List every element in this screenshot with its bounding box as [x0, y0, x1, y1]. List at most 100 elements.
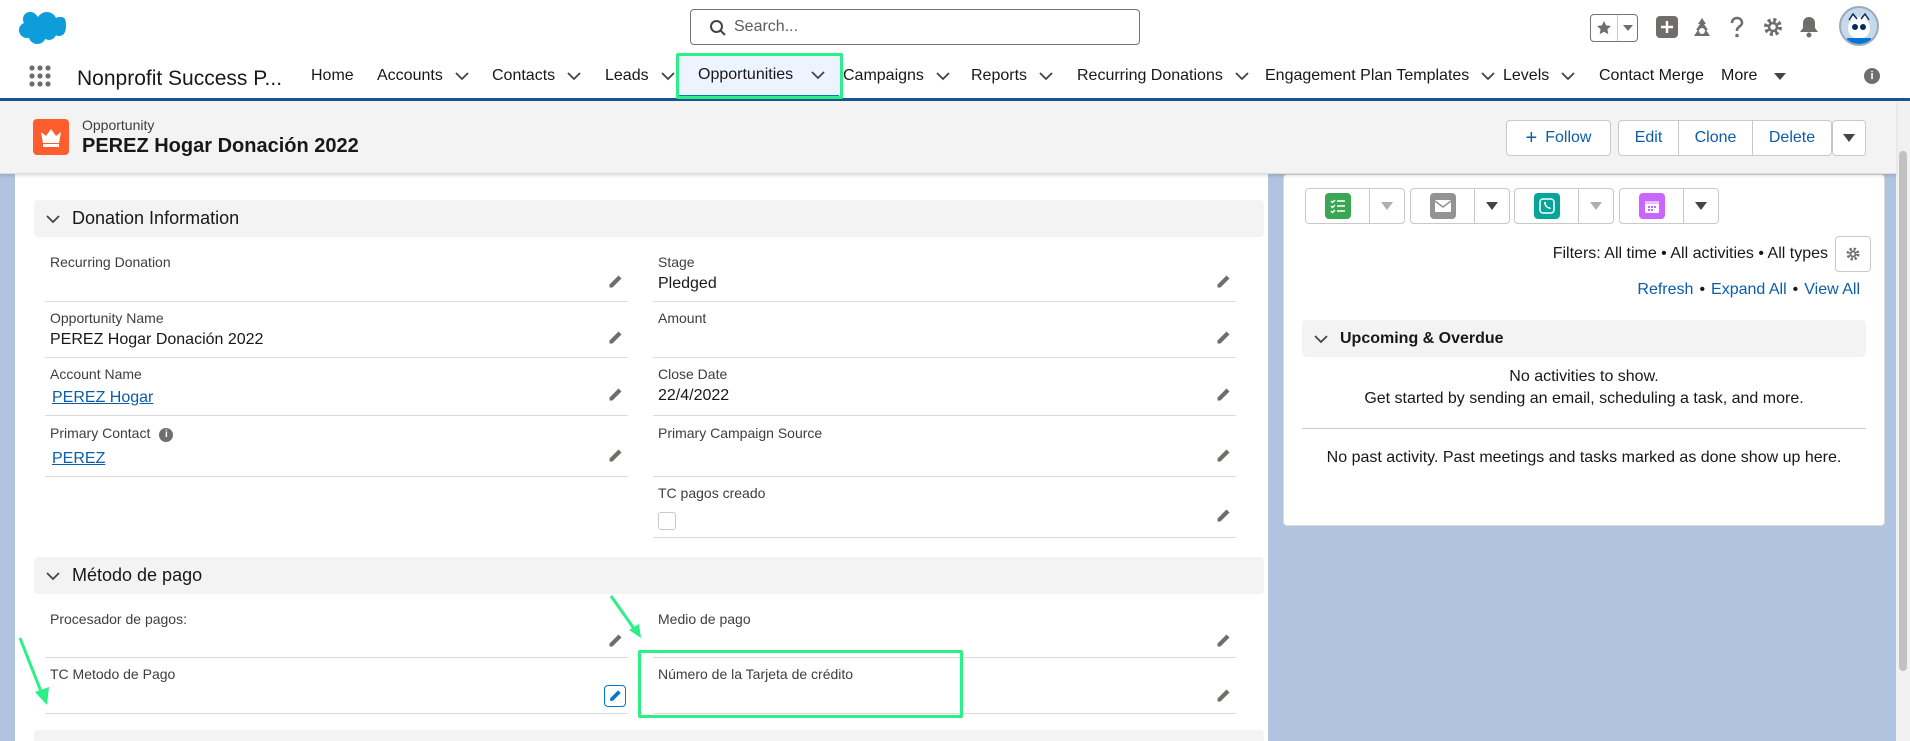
field-procesador-de-pagos: Procesador de pagos:: [45, 611, 628, 658]
global-create-icon[interactable]: [1653, 13, 1681, 41]
pencil-edit-icon[interactable]: [607, 448, 623, 464]
field-primary-campaign-source: Primary Campaign Source: [653, 425, 1236, 477]
setup-gear-icon[interactable]: [1759, 13, 1787, 41]
caret-down-icon[interactable]: [1684, 189, 1718, 223]
pencil-edit-icon[interactable]: [607, 274, 623, 290]
scrollbar-thumb[interactable]: [1899, 151, 1907, 671]
favorites-dropdown-icon[interactable]: [1618, 15, 1637, 41]
pencil-edit-icon[interactable]: [607, 330, 623, 346]
record-type-label: Opportunity: [82, 117, 155, 133]
nav-tab-campaigns[interactable]: Campaigns: [843, 54, 950, 98]
nav-tab-recurring-donations[interactable]: Recurring Donations: [1077, 54, 1249, 98]
star-icon[interactable]: [1591, 15, 1618, 41]
chevron-down-icon[interactable]: [1481, 71, 1495, 81]
upcoming-overdue-header[interactable]: Upcoming & Overdue: [1302, 320, 1866, 357]
caret-down-icon[interactable]: [1475, 189, 1509, 223]
nav-tab-label: Levels: [1503, 67, 1550, 84]
record-header: Opportunity PEREZ Hogar Donación 2022 + …: [0, 101, 1896, 174]
field-label: Recurring Donation: [50, 254, 171, 270]
chevron-down-icon[interactable]: [455, 71, 469, 81]
field-label: Close Date: [658, 366, 728, 382]
caret-down-icon[interactable]: [1370, 189, 1404, 223]
log-call-main[interactable]: [1515, 189, 1579, 223]
account-name-link[interactable]: PEREZ Hogar: [52, 389, 153, 407]
new-task-button[interactable]: [1305, 188, 1405, 224]
nav-tab-label: Reports: [971, 67, 1028, 84]
caret-down-icon[interactable]: [1579, 189, 1613, 223]
chevron-down-icon[interactable]: [1235, 71, 1249, 81]
nav-tab-contact-merge[interactable]: Contact Merge: [1599, 54, 1704, 98]
pencil-edit-icon[interactable]: [604, 685, 626, 707]
task-icon: [1324, 193, 1351, 219]
edit-button[interactable]: Edit: [1619, 121, 1679, 155]
caret-down-icon: [1843, 134, 1855, 142]
field-tc-pagos-creado: TC pagos creado: [653, 485, 1236, 538]
new-task-main[interactable]: [1306, 189, 1370, 223]
user-avatar[interactable]: [1839, 6, 1879, 46]
pencil-edit-icon[interactable]: [1215, 387, 1231, 403]
nav-tab-contacts[interactable]: Contacts: [492, 54, 581, 98]
pencil-edit-icon[interactable]: [1215, 448, 1231, 464]
chevron-down-icon[interactable]: [936, 71, 950, 81]
trailhead-icon[interactable]: [1688, 13, 1716, 41]
nav-tab-label: More: [1721, 67, 1758, 84]
expand-all-link[interactable]: Expand All: [1711, 281, 1787, 298]
nav-tab-more[interactable]: More: [1721, 54, 1787, 98]
chevron-down-icon[interactable]: [567, 71, 581, 81]
chevron-down-icon[interactable]: [1561, 71, 1575, 81]
new-event-main[interactable]: [1620, 189, 1684, 223]
caret-down-icon[interactable]: [1773, 71, 1787, 81]
nav-tab-accounts[interactable]: Accounts: [377, 54, 469, 98]
nav-tab-opportunities[interactable]: Opportunities: [679, 54, 839, 98]
field-recurring-donation: Recurring Donation: [45, 254, 628, 302]
clone-button[interactable]: Clone: [1679, 121, 1753, 155]
follow-button[interactable]: + Follow: [1506, 120, 1611, 156]
follow-button-label: Follow: [1545, 129, 1592, 146]
email-icon: [1429, 193, 1456, 219]
nav-tab-reports[interactable]: Reports: [971, 54, 1053, 98]
help-icon[interactable]: [1723, 13, 1751, 41]
pencil-edit-icon[interactable]: [1215, 688, 1231, 704]
nav-tab-label: Contacts: [492, 67, 556, 84]
nav-tab-engagement-plan-templates[interactable]: Engagement Plan Templates: [1265, 54, 1495, 98]
field-label: Número de la Tarjeta de crédito: [658, 666, 854, 682]
info-icon[interactable]: i: [159, 427, 174, 442]
view-all-link[interactable]: View All: [1804, 281, 1860, 298]
delete-button[interactable]: Delete: [1753, 121, 1831, 155]
pencil-edit-icon[interactable]: [607, 387, 623, 403]
global-search-input[interactable]: Search...: [690, 9, 1140, 45]
opportunity-crown-icon: [33, 119, 69, 155]
salesforce-logo[interactable]: [18, 12, 66, 44]
nav-tab-home[interactable]: Home: [311, 54, 354, 98]
nav-tab-levels[interactable]: Levels: [1503, 54, 1575, 98]
chevron-down-icon[interactable]: [811, 70, 825, 80]
field-value: PEREZ Hogar Donación 2022: [50, 331, 264, 348]
nav-tab-leads[interactable]: Leads: [605, 54, 675, 98]
activity-settings-gear-icon[interactable]: [1835, 236, 1871, 272]
log-call-button[interactable]: [1514, 188, 1614, 224]
pencil-edit-icon[interactable]: [1215, 274, 1231, 290]
refresh-link[interactable]: Refresh: [1637, 281, 1693, 298]
chevron-down-icon[interactable]: [1039, 71, 1053, 81]
pencil-edit-icon[interactable]: [1215, 330, 1231, 346]
field-tc-metodo-de-pago: TC Metodo de Pago: [45, 666, 628, 714]
pencil-edit-icon[interactable]: [1215, 508, 1231, 524]
app-launcher-icon[interactable]: [28, 64, 52, 88]
field-value: Pledged: [658, 275, 717, 292]
info-icon[interactable]: i: [1864, 68, 1880, 84]
favorites-button[interactable]: [1590, 14, 1638, 42]
new-event-button[interactable]: [1619, 188, 1719, 224]
notifications-bell-icon[interactable]: [1795, 13, 1823, 41]
section-header-metodo-de-pago[interactable]: Método de pago: [34, 557, 1264, 594]
annotation-arrow-icon: [609, 595, 641, 638]
new-email-main[interactable]: [1411, 189, 1475, 223]
pencil-edit-icon[interactable]: [1215, 633, 1231, 649]
page-scrollbar[interactable]: [1896, 101, 1910, 741]
tc-pagos-creado-checkbox[interactable]: [658, 512, 676, 530]
chevron-down-icon[interactable]: [660, 71, 675, 81]
field-label: TC Metodo de Pago: [50, 666, 176, 682]
primary-contact-link[interactable]: PEREZ: [52, 450, 105, 468]
section-header-donation-information[interactable]: Donation Information: [34, 200, 1264, 237]
new-email-button[interactable]: [1410, 188, 1510, 224]
more-actions-dropdown[interactable]: [1832, 120, 1866, 156]
